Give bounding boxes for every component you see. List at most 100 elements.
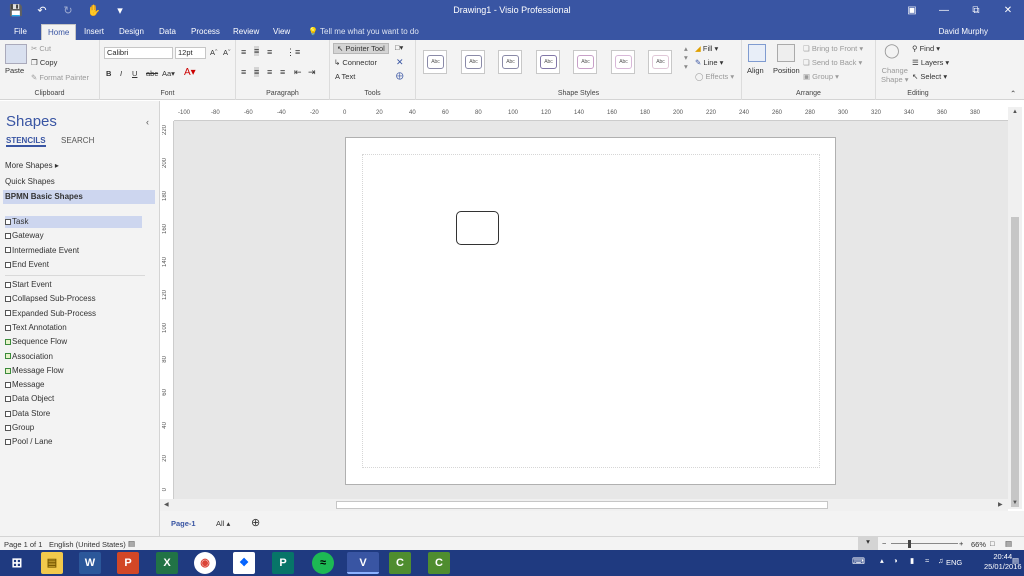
visio-icon[interactable]: V bbox=[347, 552, 379, 574]
macro-icon[interactable]: ▤ bbox=[128, 539, 135, 548]
stencil-shape-item[interactable]: Expanded Sub-Process bbox=[5, 308, 96, 320]
switch-windows-icon[interactable]: ▤ bbox=[1005, 539, 1012, 548]
fill-button[interactable]: ◢ Fill ▾ bbox=[695, 44, 718, 53]
all-pages-button[interactable]: All ▴ bbox=[216, 519, 230, 528]
collapse-ribbon-icon[interactable]: ⌃ bbox=[1010, 89, 1016, 98]
tray-apps-icon[interactable]: ◑ bbox=[893, 556, 898, 565]
task-shape[interactable] bbox=[456, 211, 499, 245]
group-button[interactable]: ▣ Group ▾ bbox=[803, 72, 839, 81]
camtasia-icon-1[interactable]: C bbox=[389, 552, 411, 574]
vertical-scroll-thumb[interactable] bbox=[1011, 217, 1019, 507]
restore-button[interactable]: ⧉ bbox=[960, 0, 992, 22]
style-swatch-7[interactable]: Abc bbox=[648, 50, 672, 74]
chrome-icon[interactable]: ◉ bbox=[194, 552, 216, 574]
font-name-select[interactable]: Calibri bbox=[104, 47, 173, 59]
zoom-slider-thumb[interactable] bbox=[908, 540, 911, 548]
collapse-pane-icon[interactable]: ‹ bbox=[146, 117, 149, 127]
excel-icon[interactable]: X bbox=[156, 552, 178, 574]
change-case-button[interactable]: Aa▾ bbox=[162, 69, 175, 78]
vertical-scrollbar[interactable]: ▲ ▼ bbox=[1008, 107, 1022, 509]
style-swatch-3[interactable]: Abc bbox=[498, 50, 522, 74]
stencil-shape-item[interactable]: Sequence Flow bbox=[5, 336, 67, 348]
file-explorer-icon[interactable]: ▤ bbox=[41, 552, 63, 574]
stencil-shape-item[interactable]: Start Event bbox=[5, 279, 52, 291]
send-to-back-button[interactable]: ❏ Send to Back ▾ bbox=[803, 58, 862, 67]
copy-button[interactable]: ❐ Copy bbox=[31, 58, 57, 67]
zoom-out-icon[interactable]: − bbox=[882, 539, 886, 548]
justify-icon[interactable]: ≡ bbox=[280, 67, 285, 77]
word-icon[interactable]: W bbox=[79, 552, 101, 574]
effects-button[interactable]: ◯ Effects ▾ bbox=[695, 72, 734, 81]
format-painter-button[interactable]: ✎ Format Painter bbox=[31, 73, 89, 82]
style-swatch-2[interactable]: Abc bbox=[461, 50, 485, 74]
stencil-shape-item[interactable]: Message bbox=[5, 379, 44, 391]
rectangle-tool-icon[interactable]: □▾ bbox=[395, 43, 403, 52]
keyboard-icon[interactable]: ⌨ bbox=[852, 556, 865, 567]
close-button[interactable]: ✕ bbox=[992, 0, 1024, 22]
tab-home[interactable]: Home bbox=[41, 24, 77, 40]
underline-button[interactable]: U bbox=[132, 69, 137, 78]
connection-point-icon[interactable]: ⨁ bbox=[396, 71, 404, 80]
grow-font-icon[interactable]: Aˆ bbox=[210, 48, 218, 57]
fit-page-icon[interactable]: □ bbox=[990, 539, 995, 548]
paste-icon[interactable] bbox=[5, 44, 27, 64]
stencil-shape-item[interactable]: Text Annotation bbox=[5, 322, 67, 334]
powerpoint-icon[interactable]: P bbox=[117, 552, 139, 574]
cut-button[interactable]: ✂ Cut bbox=[31, 44, 51, 53]
horizontal-scroll-thumb[interactable] bbox=[336, 501, 828, 509]
close-x-icon[interactable]: ✕ bbox=[396, 57, 404, 68]
align-right-icon[interactable]: ≡ bbox=[267, 67, 272, 77]
spotify-icon[interactable]: ≈ bbox=[312, 552, 334, 574]
layers-button[interactable]: ☰ Layers ▾ bbox=[912, 58, 949, 67]
publisher-icon[interactable]: P bbox=[272, 552, 294, 574]
tab-file[interactable]: File bbox=[8, 24, 33, 40]
style-swatch-5[interactable]: Abc bbox=[573, 50, 597, 74]
style-swatch-6[interactable]: Abc bbox=[611, 50, 635, 74]
scroll-down-icon[interactable]: ▼ bbox=[1012, 500, 1018, 506]
dropbox-icon[interactable]: ❖ bbox=[233, 552, 255, 574]
volume-icon[interactable]: ♫ bbox=[938, 556, 944, 565]
align-left-icon[interactable]: ≡ bbox=[241, 67, 246, 77]
stencil-shape-item[interactable]: Intermediate Event bbox=[5, 245, 79, 257]
stencil-shape-item[interactable]: End Event bbox=[5, 259, 49, 271]
stencil-shape-item[interactable]: Group bbox=[5, 422, 34, 434]
stencil-shape-item[interactable]: Task bbox=[5, 216, 142, 228]
tab-stencils[interactable]: STENCILS bbox=[6, 136, 46, 147]
tell-me-box[interactable]: 💡 Tell me what you want to do bbox=[308, 24, 419, 40]
zoom-slider[interactable] bbox=[891, 543, 958, 544]
language-indicator[interactable]: English (United States) bbox=[49, 540, 126, 549]
bring-to-front-button[interactable]: ❏ Bring to Front ▾ bbox=[803, 44, 863, 53]
align-button[interactable]: Align bbox=[747, 66, 764, 75]
italic-button[interactable]: I bbox=[120, 69, 122, 78]
change-shape-button[interactable]: Change Shape ▾ bbox=[881, 66, 909, 84]
line-button[interactable]: ✎ Line ▾ bbox=[695, 58, 723, 67]
change-shape-icon[interactable]: ◯ bbox=[884, 42, 900, 59]
scroll-left-icon[interactable]: ◀ bbox=[164, 501, 169, 508]
horizontal-scrollbar[interactable]: ◀ ▶ bbox=[160, 499, 1008, 511]
gallery-scroll-icon[interactable]: ▴ ▾ ▾ bbox=[684, 44, 688, 71]
stencil-shape-item[interactable]: Message Flow bbox=[5, 365, 64, 377]
style-swatch-4[interactable]: Abc bbox=[536, 50, 560, 74]
stencil-shape-item[interactable]: Data Store bbox=[5, 408, 50, 420]
stencil-shape-item[interactable]: Gateway bbox=[5, 230, 44, 242]
tray-chevron-icon[interactable]: ▴ bbox=[880, 556, 884, 565]
increase-indent-icon[interactable]: ⇥ bbox=[308, 67, 316, 78]
notifications-icon[interactable]: ▤ bbox=[1012, 556, 1019, 565]
position-button[interactable]: Position bbox=[773, 66, 800, 75]
connector-button[interactable]: ↳ Connector bbox=[334, 58, 377, 67]
align-bottom-icon[interactable]: ≡ bbox=[267, 47, 272, 57]
font-color-button[interactable]: A▾ bbox=[184, 67, 196, 78]
stencil-bpmn-basic-shapes[interactable]: BPMN Basic Shapes bbox=[3, 190, 155, 204]
font-size-select[interactable]: 12pt bbox=[175, 47, 206, 59]
fit-to-window-icon[interactable]: ▾ bbox=[858, 537, 878, 550]
tab-search[interactable]: SEARCH bbox=[61, 136, 94, 145]
wifi-icon[interactable]: ≈ bbox=[925, 556, 929, 565]
scroll-right-icon[interactable]: ▶ bbox=[998, 501, 1003, 508]
strikethrough-button[interactable]: abc bbox=[146, 69, 158, 78]
tab-data[interactable]: Data bbox=[153, 24, 182, 40]
position-icon[interactable] bbox=[777, 44, 795, 62]
page-tab-page-1[interactable]: Page-1 bbox=[171, 519, 196, 528]
text-tool-button[interactable]: A Text bbox=[335, 72, 355, 81]
style-swatch-1[interactable]: Abc bbox=[423, 50, 447, 74]
align-center-icon[interactable]: ≡ bbox=[254, 67, 260, 77]
